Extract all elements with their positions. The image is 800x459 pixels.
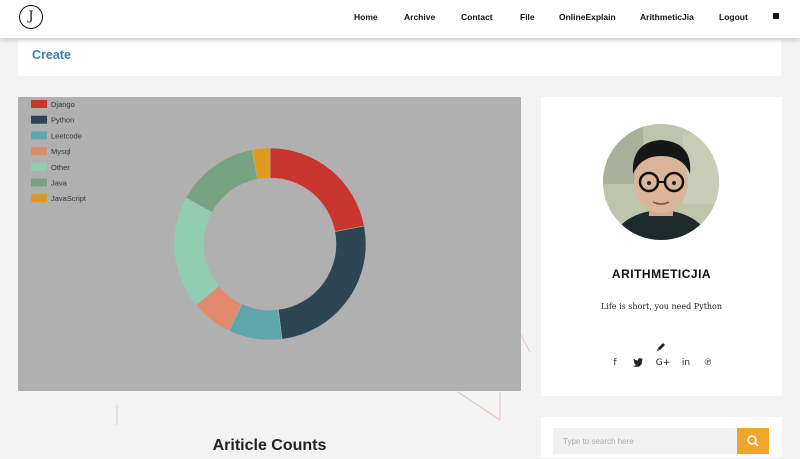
search-input[interactable]	[553, 428, 737, 454]
profile-name: ARITHMETICJIA	[611, 267, 712, 281]
page-title: Create	[32, 48, 71, 62]
nav-logout[interactable]: Logout	[719, 12, 748, 22]
pinterest-icon[interactable]: ℗	[702, 358, 714, 368]
site-logo[interactable]: J	[19, 5, 43, 29]
avatar	[603, 124, 719, 240]
chart-panel: Django Python Leetcode Mysql Other Java JavaSc…	[18, 97, 521, 391]
legend-swatch-django[interactable]	[31, 100, 47, 108]
legend-label-django[interactable]: Django	[51, 100, 75, 109]
nav-archive[interactable]: Archive	[404, 12, 435, 22]
legend-label-mysql[interactable]: Mysql	[51, 147, 71, 156]
section-heading: Ariticle Counts	[212, 437, 327, 454]
legend-swatch-python[interactable]	[31, 115, 47, 124]
nav-online-explain[interactable]: OnlineExplain	[559, 12, 616, 22]
nav-file[interactable]: File	[520, 12, 535, 22]
page-header-card: Create	[18, 40, 781, 76]
legend-label-java[interactable]: Java	[51, 179, 68, 188]
nav-arithmeticjia[interactable]: ArithmeticJia	[640, 12, 694, 22]
linkedin-icon[interactable]: in	[680, 358, 692, 368]
chart-slice-python[interactable]	[277, 225, 367, 340]
nav-home[interactable]: Home	[354, 12, 378, 22]
top-navbar: J Home Archive Contact File OnlineExplai…	[0, 0, 800, 38]
profile-card: ARITHMETICJIA Life is short, you need Py…	[541, 97, 782, 396]
search-icon	[747, 435, 759, 447]
pencil-icon[interactable]	[655, 341, 667, 353]
nav-contact[interactable]: Contact	[461, 12, 493, 22]
google-plus-icon[interactable]: G+	[655, 358, 671, 368]
facebook-icon[interactable]: f	[609, 358, 621, 368]
legend-swatch-mysql[interactable]	[31, 147, 47, 156]
legend-swatch-java[interactable]	[31, 178, 47, 187]
chart-slice-java[interactable]	[185, 149, 258, 213]
legend-swatch-leetcode[interactable]	[31, 131, 47, 140]
legend-swatch-other[interactable]	[31, 162, 47, 171]
legend-label-leetcode[interactable]: Leetcode	[51, 131, 82, 140]
legend-label-other[interactable]: Other	[51, 163, 70, 172]
chart-slice-django[interactable]	[269, 147, 365, 232]
legend-label-python[interactable]: Python	[51, 116, 74, 125]
doughnut-chart: Django Python Leetcode Mysql Other Java JavaSc…	[31, 100, 367, 341]
chart-slice-other[interactable]	[173, 197, 220, 306]
search-button[interactable]	[737, 428, 769, 454]
search-card	[541, 417, 782, 457]
legend-swatch-javascript[interactable]	[31, 194, 47, 203]
twitter-icon[interactable]	[632, 358, 644, 370]
legend-label-javascript[interactable]: JavaScript	[51, 194, 87, 203]
profile-motto: Life is short, you need Python	[600, 302, 723, 311]
menu-toggle-icon[interactable]	[773, 13, 779, 19]
